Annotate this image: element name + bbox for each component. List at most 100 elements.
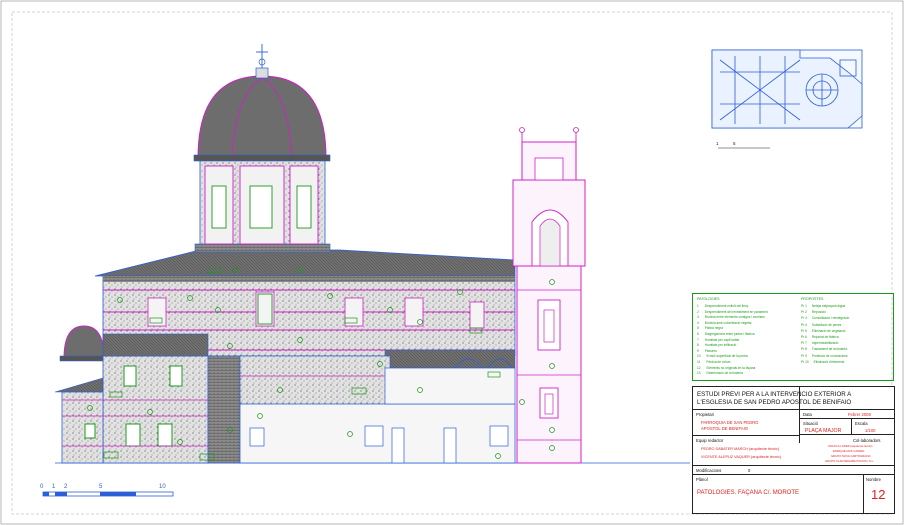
date-value: Febrer 2008 [848, 412, 871, 417]
legend-right-item: Pr 5 Eliminació de vegetació [801, 329, 845, 333]
legend-right-item: Pr 3 Consolidació i reintegració [801, 316, 849, 320]
legend-left-item: 7 Humitats per capil·laritat [697, 338, 739, 342]
legend-left-code: 13 [697, 371, 701, 376]
legend-left-code: 12 [697, 365, 701, 370]
legend-left-text: Deterioració de la fusteria [706, 371, 743, 376]
legend-left-item: 4 Brutícia amb colonització vegetal [697, 321, 751, 325]
legend-right-text: Tractament de la fusteria [811, 347, 847, 352]
scale-value: 1/100 [865, 428, 876, 433]
legend-left-code: 8 [697, 343, 699, 348]
title-block: ESTUDI PREVI PER A LA INTERVENCIO EXTERI… [692, 386, 895, 514]
legend-left-item: 8 Humitats per infiltració [697, 343, 736, 347]
legend-right-code: Pr 9 [801, 353, 807, 358]
legend-right-text: Rejuntat de fàbrica [811, 335, 839, 339]
collaborator-2: ENRIQUE MAS CANDEL [833, 449, 865, 453]
legend-right-item: Pr 8 Tractament de la fusteria [801, 347, 847, 351]
project-title-line1: ESTUDI PREVI PER A LA INTERVENCIO EXTERI… [697, 391, 852, 398]
legend-right-text: Reposició [811, 310, 826, 315]
scale-label-5: 5 [99, 484, 103, 490]
legend-left-title: PATOLOGIES [697, 297, 720, 301]
keyplan-scale-label-5: 5 [733, 141, 736, 146]
legend-left-item: 13 Deterioració de la fusteria [697, 371, 743, 375]
legend-left-text: Desprendiment del revestiment en paramen… [704, 309, 768, 314]
team-member2: VICENTE ALEPUZ VAQUER (arquitecte tècnic… [701, 455, 782, 459]
legend-left-code: 4 [697, 320, 699, 325]
collaborator-3: GRUPO NOVA CARTOGRAFIA [831, 454, 871, 458]
owner-line2: APOSTOL DE BENIFAIO [701, 426, 749, 431]
legend-left-text: Pàtina negra [704, 326, 723, 331]
legend-left-text: Erosió superficial de la pedra [706, 354, 748, 359]
legend-left-code: 10 [697, 354, 701, 359]
legend-right-code: Pr 8 [801, 347, 807, 352]
legend-left-item: 9 Fissures [697, 349, 717, 353]
legend-right-text: Consolidació i reintegració [811, 316, 850, 321]
legend-left-code: 3 [697, 315, 699, 320]
legend-left-item: 11 Pèrdua de volum [697, 360, 730, 364]
legend-left-code: 11 [697, 360, 701, 364]
legend-left-text: Pèrdua de volum [706, 360, 731, 364]
legend-right-code: Pr 6 [801, 335, 807, 339]
legend-right-text: Impermeabilització [811, 341, 839, 346]
legend-right-code: Pr 3 [801, 316, 807, 321]
legend-right-code: Pr 10 [801, 359, 809, 364]
legend-left-text: Humitats per capil·laritat [704, 337, 740, 342]
key-plan [711, 49, 863, 149]
legend-left-item: 2 Desprendiment del revestiment en parame… [697, 310, 768, 314]
legend-right-item: Pr 4 Substitució de peces [801, 323, 841, 327]
scale-label-10: 10 [159, 484, 166, 490]
owner-line1: PARROQUIA DE SAN PEDRO [701, 420, 759, 425]
legend-left-text: Brutícia entre elements contigus i corni… [704, 315, 765, 320]
plan-label: Plànol [696, 477, 708, 482]
legend-left-code: 9 [697, 348, 699, 353]
legend-left-code: 7 [697, 337, 699, 342]
legend-right-code: Pr 4 [801, 322, 807, 327]
legend-right-item: Pr 9 Protecció de coronacions [801, 354, 848, 358]
location-label: Situació [803, 421, 818, 426]
scale-label-2: 2 [64, 484, 68, 490]
legend-left-text: Brutícia amb colonització vegetal [704, 320, 752, 325]
legend-left-item: 10 Erosió superficial de la pedra [697, 354, 748, 358]
legend-right-code: Pr 5 [801, 328, 807, 333]
legend-right-text: Eliminació de vegetació [811, 328, 846, 333]
legend-left-text: Desprendiment enlluït del llenç [704, 304, 749, 308]
plan-number: 12 [871, 487, 886, 502]
collaborator-1: ANA PLA LOPEZ (arquitecte tècnic) [828, 444, 873, 448]
legend-right-code: Pr 1 [801, 304, 807, 308]
project-title-line2: L'ESGLESIA DE SAN PEDRO APOSTOL DE BENIF… [697, 399, 852, 406]
team-label: Equip redactor [696, 438, 724, 443]
legend-left-text: Fissures [704, 348, 717, 353]
legend-left-code: 2 [697, 309, 699, 314]
scale-label: Escala [855, 421, 868, 426]
legend-left-text: Elements no originals en la façana [706, 365, 756, 370]
legend-right-item: Pr 7 Impermeabilització [801, 341, 838, 345]
plan-title: PATOLOGIES. FAÇANA C/. MOROTE [697, 490, 800, 496]
legend-right-text: Substitució de peces [811, 322, 842, 327]
date-label: Data [803, 412, 812, 417]
legend-left-text: Disgregacions entre juntes i fàbrica [704, 332, 755, 336]
legend-left-item: 12 Elements no originals en la façana [697, 366, 755, 370]
modifications-label: Modificacions [696, 468, 722, 473]
scale-label-1: 1 [52, 484, 56, 490]
legend-right-item: Pr 10 Eliminació d'elements [801, 360, 844, 364]
legend-left-code: 6 [697, 332, 699, 336]
legend-right-item: Pr 6 Rejuntat de fàbrica [801, 335, 839, 339]
legend-right-code: Pr 2 [801, 310, 807, 315]
modifications-value: 0 [748, 468, 751, 473]
legend-left-code: 5 [697, 326, 699, 331]
legend-left-code: 1 [697, 304, 699, 308]
legend-right-item: Pr 2 Reposició [801, 310, 826, 314]
legend-right-text: Eliminació d'elements [813, 359, 845, 364]
pathology-legend: PATOLOGIES PROPOSTES 1 Desprendiment enll… [692, 293, 894, 381]
collaborator-4: GRUPO CLAR REHABILITACION, S.L. [825, 459, 874, 463]
legend-left-item: 5 Pàtina negra [697, 326, 723, 330]
scale-bar [42, 491, 174, 497]
scale-label-0: 0 [40, 484, 44, 490]
legend-left-item: 3 Brutícia entre elements contigus i corn… [697, 315, 765, 319]
church-elevation [54, 44, 690, 464]
legend-right-code: Pr 7 [801, 341, 807, 346]
legend-right-title: PROPOSTES [801, 297, 824, 301]
legend-right-text: Protecció de coronacions [811, 353, 848, 358]
team-member1: PEDRO SABATER MARCH (arquitecte tècnic) [701, 447, 780, 451]
legend-left-item: 6 Disgregacions entre juntes i fàbrica [697, 332, 755, 336]
collaborators-label: Col·laboradors [853, 438, 881, 443]
